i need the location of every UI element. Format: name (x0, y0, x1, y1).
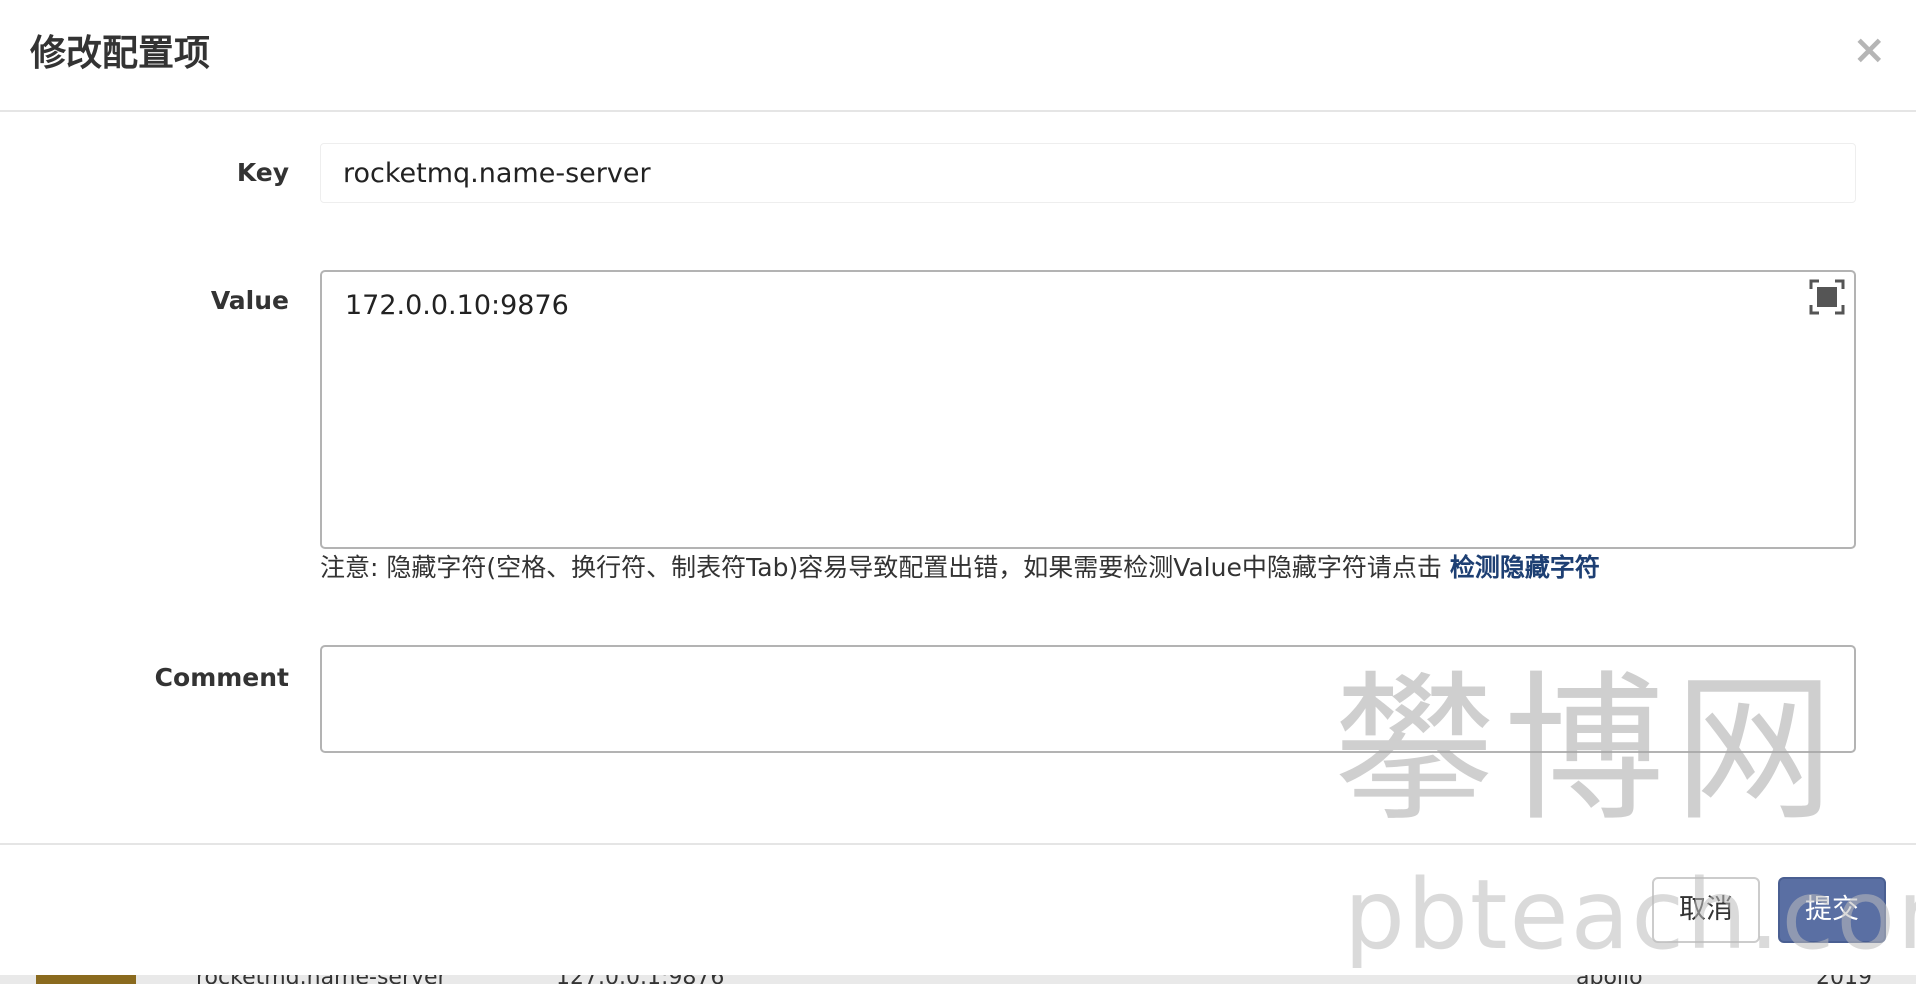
bg-row-key: rocketmq.name-server (196, 975, 447, 984)
fullscreen-icon[interactable] (1808, 278, 1846, 316)
value-label: Value (210, 286, 289, 315)
bg-row-value: 127.0.0.1:9876 (556, 975, 724, 984)
value-text: 172.0.0.10:9876 (345, 290, 569, 321)
dialog-footer: 取消 提交 (0, 843, 1916, 977)
key-field[interactable]: rocketmq.name-server (320, 143, 1856, 203)
background-table-row: rocketmq.name-server 127.0.0.1:9876 apol… (0, 975, 1916, 984)
cancel-button[interactable]: 取消 (1652, 877, 1760, 943)
key-label: Key (236, 158, 289, 187)
hint-text: 注意: 隐藏字符(空格、换行符、制表符Tab)容易导致配置出错，如果需要检测Va… (320, 553, 1450, 582)
detect-hidden-chars-link[interactable]: 检测隐藏字符 (1450, 553, 1600, 582)
dialog-header: 修改配置项 × (0, 0, 1916, 112)
hidden-char-hint: 注意: 隐藏字符(空格、换行符、制表符Tab)容易导致配置出错，如果需要检测Va… (320, 553, 1600, 583)
comment-textarea[interactable] (320, 645, 1856, 753)
value-textarea[interactable]: 172.0.0.10:9876 (320, 270, 1856, 549)
bg-row-user: apollo (1576, 975, 1643, 984)
close-icon[interactable]: × (1852, 30, 1886, 70)
master-version-badge (36, 975, 136, 984)
bg-row-time: 2019 (1816, 975, 1872, 984)
comment-label: Comment (154, 663, 289, 692)
submit-button[interactable]: 提交 (1778, 877, 1886, 943)
dialog-title: 修改配置项 (30, 33, 211, 74)
edit-config-dialog: 修改配置项 × Key rocketmq.name-server Value 1… (0, 0, 1916, 975)
